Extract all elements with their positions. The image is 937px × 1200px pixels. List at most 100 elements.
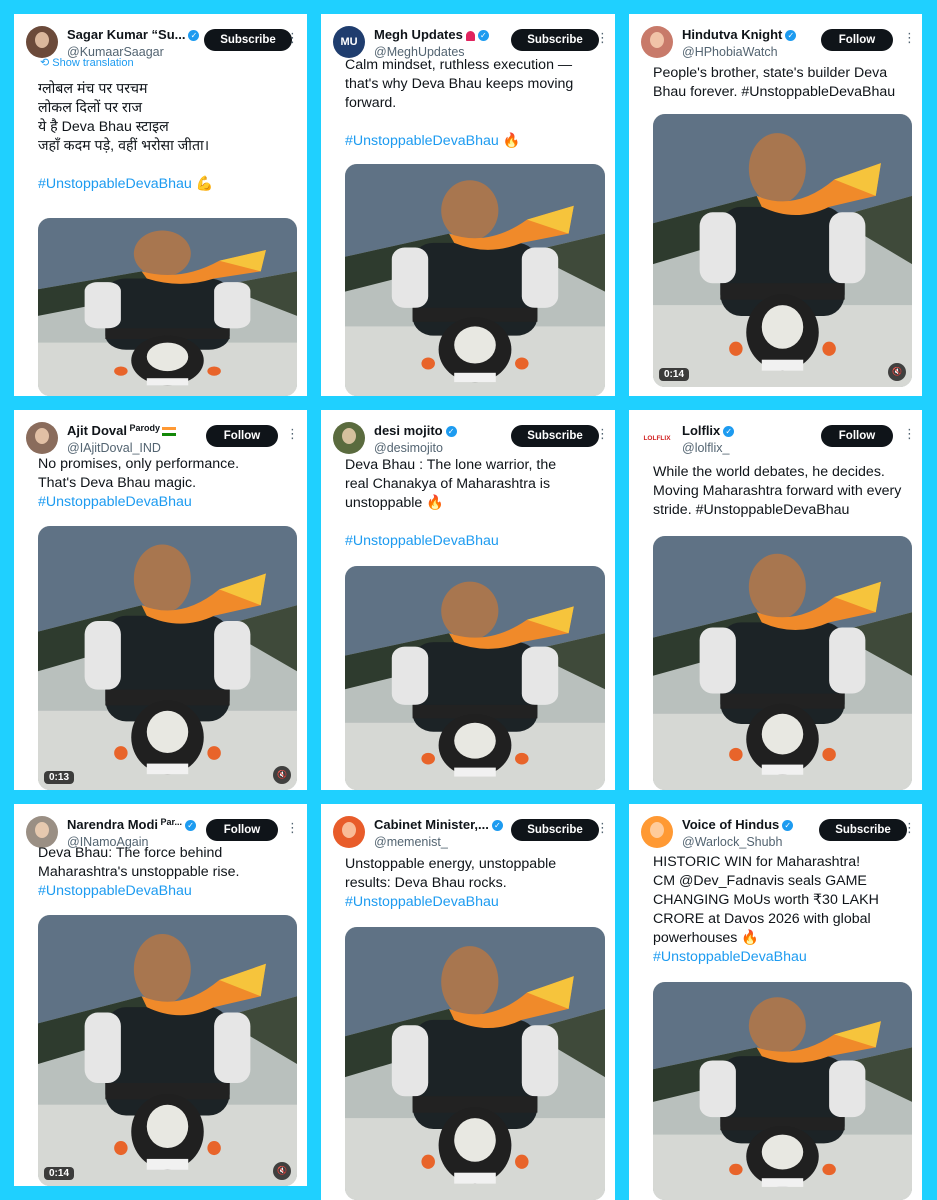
post-text-line: Deva Bhau: The force behind [38,845,223,861]
author-name-text: Sagar Kumar “Su... [67,27,186,42]
post-card[interactable]: LOLFLIX Lolflix ✓ @lolflix_ Follow ⋮ While the… [629,410,922,790]
more-options-icon[interactable]: ⋮ [286,28,299,48]
avatar[interactable] [26,26,58,58]
post-text-line: that's why Deva Bhau keeps moving [345,76,574,92]
post-text-line: CHANGING MoUs worth ₹30 LAKH [653,892,879,908]
subscribe-button[interactable]: Subscribe [511,29,599,51]
author-name-text: Ajit Doval [67,423,127,438]
author-name[interactable]: Ajit Doval Parody [67,423,176,438]
author-handle[interactable]: @Warlock_Shubh [682,835,782,849]
avatar[interactable]: MU [333,26,365,58]
post-text-line: real Chanakya of Maharashtra is [345,476,551,492]
verified-badge-icon: ✓ [477,30,489,42]
author-name[interactable]: Cabinet Minister,... ✓ [374,817,503,832]
video-player[interactable]: 0:13 🔇 [38,526,297,790]
video-still [653,982,912,1200]
post-text-line: लोकल दिलों पर राज [38,100,143,116]
author-name[interactable]: Megh Updates ✓ [374,27,489,42]
post-text-line: #UnstoppableDevaBhau [38,494,192,510]
post-card[interactable]: Narendra Modi Par... ✓ @INamoAgain Follow ⋮ D… [14,804,307,1186]
author-name[interactable]: Narendra Modi Par... ✓ [67,817,197,832]
video-player[interactable]: 0:14 🔇 [653,114,912,387]
author-handle[interactable]: @desimojito [374,441,443,455]
author-handle[interactable]: @IAjitDoval_IND [67,441,161,455]
author-handle[interactable]: @HPhobiaWatch [682,45,778,59]
more-options-icon[interactable]: ⋮ [596,818,609,838]
subscribe-button[interactable]: Subscribe [511,819,599,841]
more-options-icon[interactable]: ⋮ [596,28,609,48]
follow-button[interactable]: Follow [821,29,893,51]
post-card[interactable]: Hindutva Knight ✓ @HPhobiaWatch Follow ⋮ Peop… [629,14,922,396]
verified-badge-icon: ✓ [785,30,797,42]
more-options-icon[interactable]: ⋮ [286,818,299,838]
avatar[interactable] [26,422,58,454]
video-player[interactable] [653,982,912,1200]
avatar[interactable] [641,816,673,848]
more-options-icon[interactable]: ⋮ [903,424,916,444]
video-player[interactable] [38,218,297,396]
post-card[interactable]: Cabinet Minister,... ✓ @memenist_ Subscribe… [321,804,615,1200]
video-still [345,566,605,790]
avatar[interactable] [333,422,365,454]
avatar-face [35,428,49,444]
verified-badge-icon: ✓ [188,30,200,42]
post-header: Ajit Doval Parody @IAjitDoval_IND Follow ⋮ [14,410,307,458]
author-name[interactable]: desi mojito ✓ [374,423,457,438]
author-handle[interactable]: @memenist_ [374,835,448,849]
video-player[interactable] [653,536,912,790]
follow-button[interactable]: Follow [206,425,278,447]
post-card[interactable]: desi mojito ✓ @desimojito Subscribe ⋮ Deva Bh… [321,410,615,790]
post-text-line: powerhouses 🔥 [653,930,759,946]
follow-button[interactable]: Follow [821,425,893,447]
video-still [38,526,297,790]
post-text-line: #UnstoppableDevaBhau [38,883,192,899]
post-card[interactable]: Ajit Doval Parody @IAjitDoval_IND Follow ⋮ N… [14,410,307,790]
more-options-icon[interactable]: ⋮ [596,424,609,444]
post-text-line [345,513,601,532]
mute-icon[interactable]: 🔇 [888,363,906,381]
author-handle[interactable]: @lolflix_ [682,441,729,455]
post-card[interactable]: MU Megh Updates ✓ @MeghUpdates Subscribe ⋮ Cal… [321,14,615,396]
post-text-line [38,156,293,175]
post-card[interactable]: Sagar Kumar “Su... ✓ @KumaarSaagar Subscrib… [14,14,307,396]
video-player[interactable] [345,566,605,790]
more-options-icon[interactable]: ⋮ [903,28,916,48]
post-text: Deva Bhau : The lone warrior, the real Ch… [345,456,601,551]
post-text-line: Bhau forever. #UnstoppableDevaBhau [653,84,896,100]
follow-button[interactable]: Follow [206,819,278,841]
subscribe-button[interactable]: Subscribe [204,29,292,51]
video-duration: 0:14 [659,368,690,381]
show-translation-link[interactable]: ⟲ Show translation [40,56,134,69]
video-player[interactable] [345,164,605,396]
author-name[interactable]: Hindutva Knight ✓ [682,27,797,42]
verified-badge-icon: ✓ [782,820,794,832]
author-name[interactable]: Sagar Kumar “Su... ✓ [67,27,200,42]
more-options-icon[interactable]: ⋮ [903,818,916,838]
post-text-line: results: Deva Bhau rocks. [345,875,507,891]
post-text: No promises, only performance. That's Dev… [38,455,293,512]
post-text-line: CRORE at Davos 2026 with global [653,911,871,927]
video-still [38,218,297,396]
video-player[interactable]: 0:14 🔇 [38,915,297,1186]
india-flag-icon [161,427,176,437]
avatar[interactable] [333,816,365,848]
post-text-line: जहाँ कदम पड़े, वहीं भरोसा जीता। [38,138,210,154]
post-card[interactable]: Voice of Hindus ✓ @Warlock_Shubh Subscribe ⋮… [629,804,922,1200]
avatar[interactable] [641,26,673,58]
video-still [653,536,912,790]
more-options-icon[interactable]: ⋮ [286,424,299,444]
post-text: Unstoppable energy, unstoppable results: … [345,855,601,912]
verified-badge-icon: ✓ [491,820,503,832]
author-name-text: Lolflix [682,423,721,438]
avatar[interactable]: LOLFLIX [641,422,673,454]
mute-icon[interactable]: 🔇 [273,1162,291,1180]
avatar-face [342,428,356,444]
mute-icon[interactable]: 🔇 [273,766,291,784]
siren-icon [465,30,475,41]
subscribe-button[interactable]: Subscribe [819,819,907,841]
subscribe-button[interactable]: Subscribe [511,425,599,447]
author-name[interactable]: Voice of Hindus ✓ [682,817,794,832]
post-text: Deva Bhau: The force behind Maharashtra's… [38,844,293,901]
video-player[interactable] [345,927,605,1200]
author-name[interactable]: Lolflix ✓ [682,423,735,438]
